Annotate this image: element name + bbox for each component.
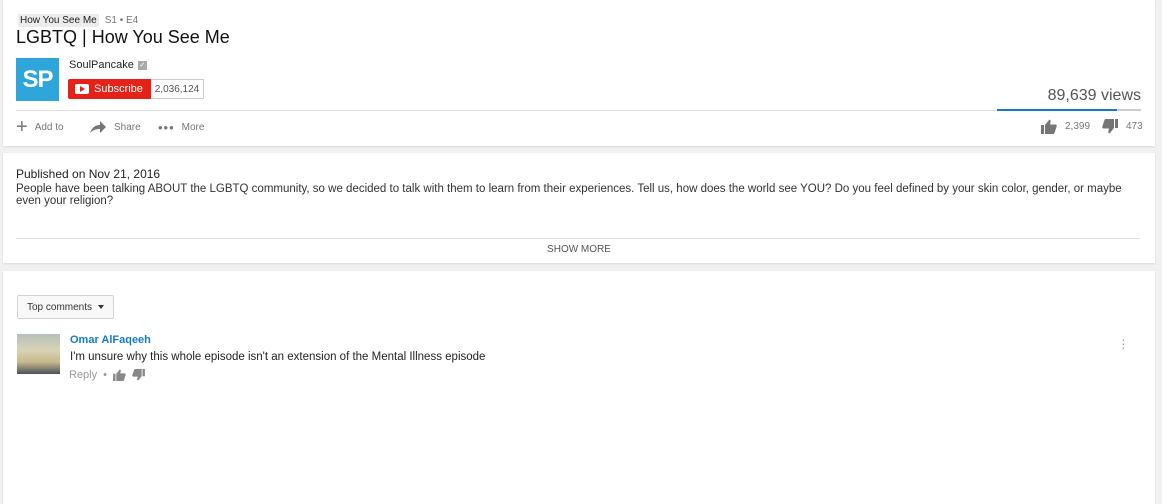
playlist-episode: S1 • E4 — [104, 15, 139, 26]
more-label: More — [181, 122, 205, 133]
commenter-avatar[interactable] — [17, 334, 60, 374]
comment-dislike-icon[interactable] — [132, 369, 145, 381]
youtube-play-icon — [75, 84, 89, 94]
more-dots-icon: ••• — [158, 120, 175, 135]
channel-name[interactable]: SoulPancake — [69, 59, 134, 71]
view-count: 89,639 views — [1047, 87, 1141, 104]
comment-text: I'm unsure why this whole episode isn't … — [70, 351, 486, 363]
subscribe-label: Subscribe — [94, 83, 143, 95]
verified-icon: ✓ — [137, 60, 147, 70]
sort-label: Top comments — [26, 301, 93, 313]
comment-author[interactable]: Omar AlFaqeeh — [70, 334, 151, 346]
reply-button[interactable]: Reply — [69, 369, 97, 381]
separator-dot: • — [103, 369, 107, 381]
publish-date: Published on Nov 21, 2016 — [16, 167, 161, 181]
divider — [16, 238, 1140, 239]
dislike-count: 473 — [1126, 121, 1143, 132]
comment-actions: Reply • — [69, 369, 145, 381]
add-to-label: Add to — [34, 121, 64, 133]
caret-down-icon — [98, 305, 105, 309]
share-button[interactable]: Share — [89, 120, 141, 134]
like-count: 2,399 — [1065, 121, 1091, 132]
comment-sort-dropdown[interactable]: Top comments — [17, 295, 114, 319]
plus-icon: + — [16, 116, 28, 138]
like-dislike-bar — [997, 109, 1141, 111]
comments-card: Top comments Omar AlFaqeeh I'm unsure wh… — [3, 271, 1155, 504]
like-button[interactable]: 2,399 — [1041, 119, 1090, 134]
playlist-name[interactable]: How You See Me — [18, 14, 99, 27]
subscriber-count: 2,036,124 — [151, 79, 204, 99]
video-header-card: How You See Me S1 • E4 LGBTQ | How You S… — [3, 0, 1155, 146]
playlist-tag[interactable]: How You See Me S1 • E4 — [18, 14, 138, 27]
subscribe-button[interactable]: Subscribe — [68, 79, 151, 99]
thumbs-up-icon — [1041, 119, 1057, 134]
share-icon — [90, 121, 106, 133]
channel-avatar[interactable]: SP — [16, 58, 59, 101]
dislike-button[interactable]: 473 — [1102, 119, 1143, 134]
show-more-button[interactable]: SHOW MORE — [3, 244, 1155, 255]
like-ratio-fill — [997, 109, 1118, 111]
video-description: People have been talking ABOUT the LGBTQ… — [16, 183, 1122, 207]
add-to-button[interactable]: + Add to — [16, 116, 64, 138]
comment-menu-icon[interactable]: · · · — [1121, 332, 1127, 354]
more-button[interactable]: ••• More — [158, 120, 204, 135]
video-title: LGBTQ | How You See Me — [16, 27, 230, 47]
divider — [16, 110, 997, 111]
share-label: Share — [114, 121, 141, 133]
description-card: Published on Nov 21, 2016 People have be… — [3, 153, 1155, 263]
channel-name-row: SoulPancake ✓ — [69, 59, 147, 71]
thumbs-down-icon — [1102, 119, 1118, 134]
comment-like-icon[interactable] — [113, 369, 126, 381]
